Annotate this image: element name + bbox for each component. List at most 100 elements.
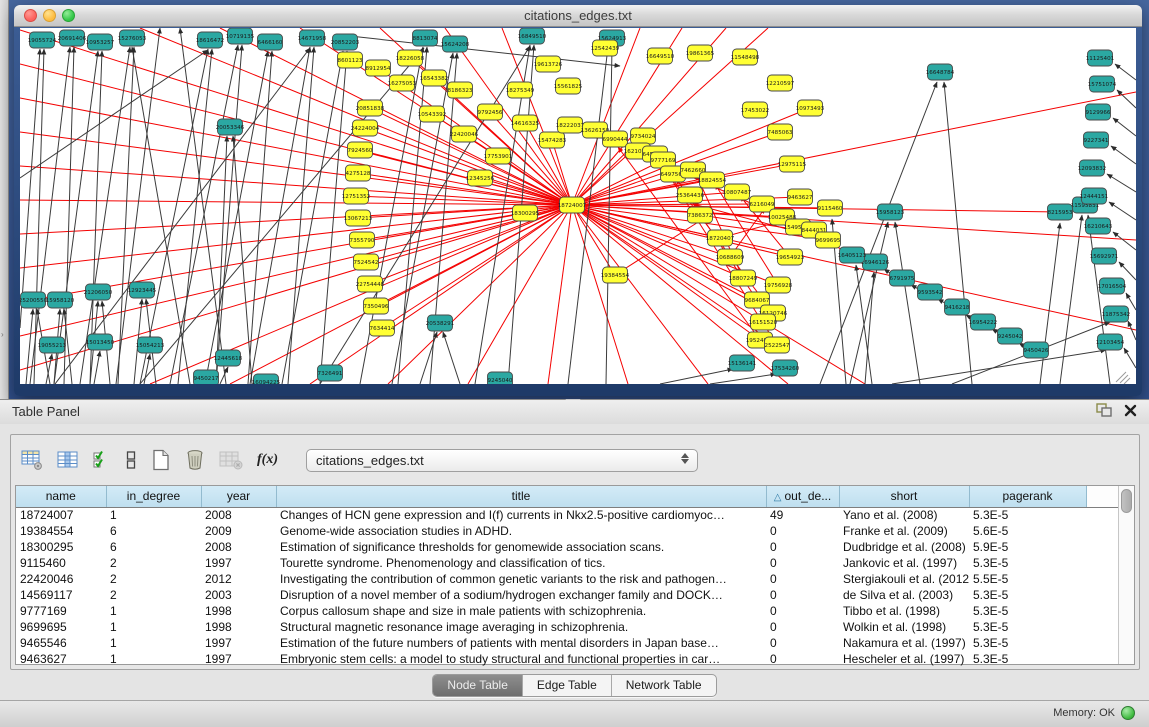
graph-node[interactable]: 16210643: [1084, 218, 1113, 234]
cell-pr[interactable]: 5.5E-5: [969, 571, 1086, 587]
graph-node[interactable]: 8912954: [366, 60, 391, 76]
cell-name[interactable]: 9699695: [16, 619, 106, 635]
cell-pr[interactable]: 5.3E-5: [969, 619, 1086, 635]
graph-node[interactable]: 15276053: [118, 30, 147, 46]
graph-node[interactable]: 12103454: [1096, 334, 1125, 350]
graph-node[interactable]: 17534260: [771, 360, 800, 376]
graph-node[interactable]: 12751352: [342, 188, 370, 204]
cell-year[interactable]: 2008: [201, 539, 276, 555]
cell-name[interactable]: 9463627: [16, 651, 106, 667]
table-row[interactable]: 969969511998Structural magnetic resonanc…: [16, 619, 1118, 635]
cell-title[interactable]: Investigating the contribution of common…: [276, 571, 766, 587]
column-header-name[interactable]: name: [16, 486, 106, 507]
cell-blank[interactable]: [1086, 523, 1118, 539]
graph-node[interactable]: 18275349: [506, 82, 535, 98]
graph-node[interactable]: 10688609: [716, 249, 745, 265]
cell-short[interactable]: Wolkin et al. (1998): [839, 619, 969, 635]
cell-out[interactable]: 0: [766, 539, 839, 555]
graph-node[interactable]: 12542439: [591, 40, 620, 56]
graph-node[interactable]: 15136141: [728, 355, 757, 371]
graph-node[interactable]: 19055213: [38, 337, 67, 353]
citation-edge[interactable]: [1088, 215, 1110, 384]
graph-node[interactable]: 7524542: [354, 254, 379, 270]
graph-node[interactable]: 10807487: [723, 184, 752, 200]
citation-edge[interactable]: [443, 332, 460, 384]
graph-node[interactable]: 9450426: [1024, 342, 1049, 358]
graph-node[interactable]: 15692971: [1090, 248, 1119, 264]
citation-edge[interactable]: [1113, 118, 1136, 136]
citation-edge[interactable]: [1128, 321, 1136, 340]
citation-edge[interactable]: [20, 200, 572, 205]
graph-node[interactable]: 21206050: [84, 284, 113, 300]
cell-year[interactable]: 2012: [201, 571, 276, 587]
citation-edge[interactable]: [568, 47, 608, 384]
graph-node[interactable]: 8813074: [413, 30, 438, 46]
graph-node[interactable]: 9245040: [488, 372, 513, 384]
graph-node[interactable]: 6791975: [890, 270, 915, 286]
column-header-in_degree[interactable]: in_degree: [106, 486, 201, 507]
cell-short[interactable]: de Silva et al. (2003): [839, 587, 969, 603]
cell-blank[interactable]: [1086, 603, 1118, 619]
cell-indeg[interactable]: 1: [106, 507, 201, 523]
citation-edge[interactable]: [548, 205, 572, 384]
graph-node[interactable]: 17753901: [484, 148, 513, 164]
column-header-title[interactable]: title: [276, 486, 766, 507]
table-row[interactable]: 946362711997Embryonic stem cells: a mode…: [16, 651, 1118, 667]
graph-node[interactable]: 15958120: [46, 292, 75, 308]
cell-blank[interactable]: [1086, 539, 1118, 555]
graph-node[interactable]: 8186323: [448, 82, 473, 98]
cell-short[interactable]: Dudbridge et al. (2008): [839, 539, 969, 555]
cell-pr[interactable]: 5.3E-5: [969, 555, 1086, 571]
cell-name[interactable]: 22420046: [16, 571, 106, 587]
cell-out[interactable]: 0: [766, 555, 839, 571]
graph-node[interactable]: 18300295: [511, 205, 540, 221]
citation-edge[interactable]: [1124, 348, 1136, 368]
cell-name[interactable]: 19384554: [16, 523, 106, 539]
citation-edge[interactable]: [892, 350, 1106, 384]
graph-node[interactable]: 15751074: [1088, 76, 1117, 92]
graph-node[interactable]: 2522547: [765, 337, 790, 353]
graph-node[interactable]: 19384554: [601, 267, 630, 283]
citation-edge[interactable]: [180, 28, 226, 384]
cell-short[interactable]: Jankovic et al. (1997): [839, 555, 969, 571]
cell-blank[interactable]: [1086, 619, 1118, 635]
table-row[interactable]: 977716911998Corpus callosum shape and si…: [16, 603, 1118, 619]
citation-edge[interactable]: [118, 47, 134, 384]
column-header-out_de...[interactable]: △out_de...: [766, 486, 839, 507]
cell-name[interactable]: 14569117: [16, 587, 106, 603]
citation-edge[interactable]: [20, 132, 572, 205]
cell-pr[interactable]: 5.3E-5: [969, 587, 1086, 603]
graph-node[interactable]: 16094225: [252, 374, 281, 384]
graph-node[interactable]: 15958123: [876, 204, 905, 220]
graph-node[interactable]: 18720407: [706, 230, 735, 246]
cell-indeg[interactable]: 1: [106, 603, 201, 619]
window-titlebar[interactable]: citations_edges.txt: [14, 5, 1142, 27]
network-canvas[interactable]: 1872400719055724206914061095325715276053…: [20, 28, 1136, 384]
cell-name[interactable]: 18724007: [16, 507, 106, 523]
graph-node[interactable]: 9734024: [631, 128, 656, 144]
graph-node[interactable]: 9450217: [194, 370, 219, 384]
citation-edge[interactable]: [710, 374, 776, 384]
cell-name[interactable]: 9115460: [16, 555, 106, 571]
graph-node[interactable]: 12444151: [1080, 188, 1109, 204]
tab-edge-table[interactable]: Edge Table: [523, 675, 612, 696]
citation-edge[interactable]: [1119, 262, 1136, 280]
graph-node[interactable]: 12210597: [766, 75, 795, 91]
cell-indeg[interactable]: 1: [106, 651, 201, 667]
memory-status-indicator[interactable]: [1121, 706, 1135, 720]
close-panel-icon[interactable]: [1124, 404, 1137, 417]
cell-pr[interactable]: 5.9E-5: [969, 539, 1086, 555]
graph-node[interactable]: 15624208: [441, 36, 470, 52]
cell-short[interactable]: Hescheler et al. (1997): [839, 651, 969, 667]
table-vertical-scrollbar[interactable]: [1118, 486, 1134, 664]
cell-blank[interactable]: [1086, 571, 1118, 587]
cell-out[interactable]: 0: [766, 619, 839, 635]
column-header-short[interactable]: short: [839, 486, 969, 507]
cell-blank[interactable]: [1086, 651, 1118, 667]
cell-short[interactable]: Franke et al. (2009): [839, 523, 969, 539]
cell-title[interactable]: Genome-wide association studies in ADHD.: [276, 523, 766, 539]
cell-blank[interactable]: [1086, 587, 1118, 603]
cell-title[interactable]: Changes of HCN gene expression and I(f) …: [276, 507, 766, 523]
cell-pr[interactable]: 5.3E-5: [969, 603, 1086, 619]
cell-indeg[interactable]: 6: [106, 523, 201, 539]
